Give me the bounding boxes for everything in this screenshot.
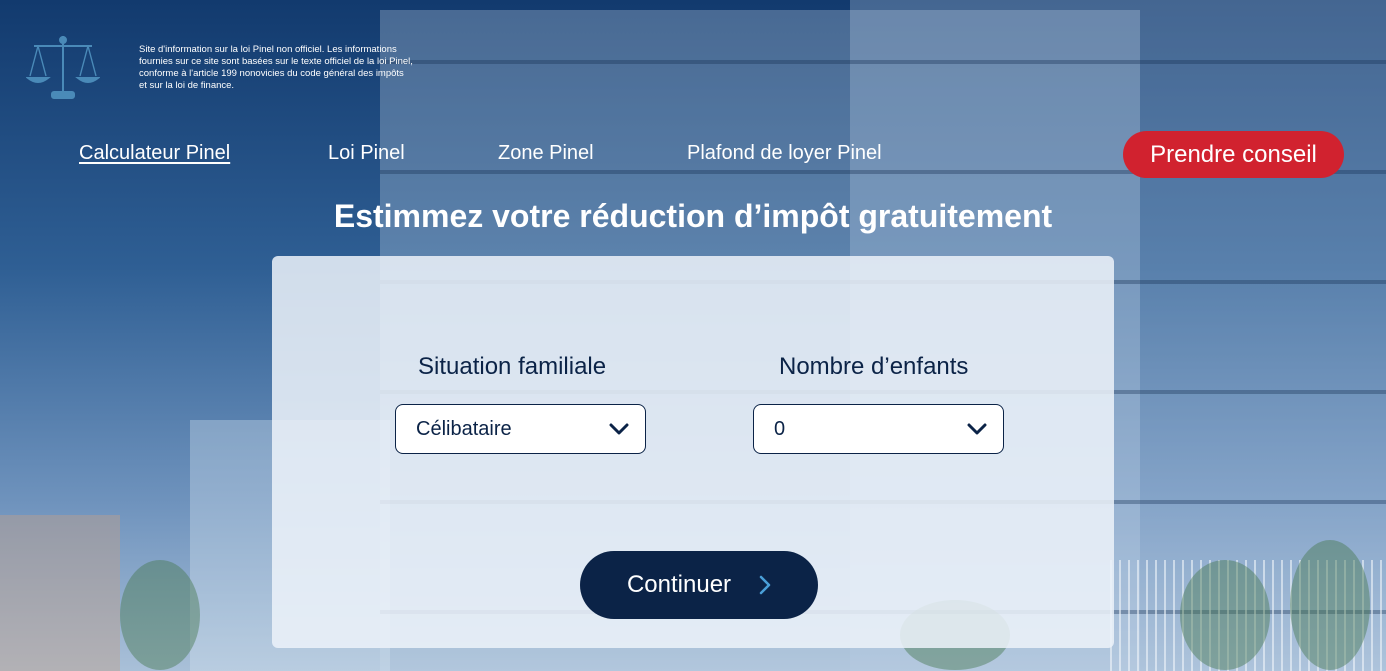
nombre-enfants-select[interactable]: 0: [753, 404, 1004, 454]
situation-familiale-value: Célibataire: [416, 417, 512, 440]
continuer-button[interactable]: Continuer: [580, 551, 818, 619]
simulator-panel: Situation familiale Célibataire Nombre d…: [272, 256, 1114, 648]
prendre-conseil-button[interactable]: Prendre conseil: [1123, 131, 1344, 178]
nombre-enfants-value: 0: [774, 417, 786, 440]
scales-of-justice-icon[interactable]: [26, 32, 100, 104]
chevron-right-icon: [759, 575, 771, 595]
nav-calculateur-pinel[interactable]: Calculateur Pinel: [79, 142, 230, 165]
situation-familiale-label: Situation familiale: [418, 353, 607, 380]
unofficial-site-notice: Site d'information sur la loi Pinel non …: [139, 44, 413, 91]
nav-loi-pinel[interactable]: Loi Pinel: [328, 142, 405, 165]
page-title: Estimmez votre réduction d’impôt gratuit…: [333, 198, 1053, 234]
chevron-down-icon: [609, 423, 629, 435]
nav-zone-pinel[interactable]: Zone Pinel: [498, 142, 594, 165]
continuer-label: Continuer: [626, 571, 732, 598]
situation-familiale-select[interactable]: Célibataire: [395, 404, 646, 454]
chevron-down-icon: [967, 423, 987, 435]
nav-plafond-loyer-pinel[interactable]: Plafond de loyer Pinel: [687, 142, 882, 165]
nombre-enfants-label: Nombre d’enfants: [779, 353, 969, 380]
